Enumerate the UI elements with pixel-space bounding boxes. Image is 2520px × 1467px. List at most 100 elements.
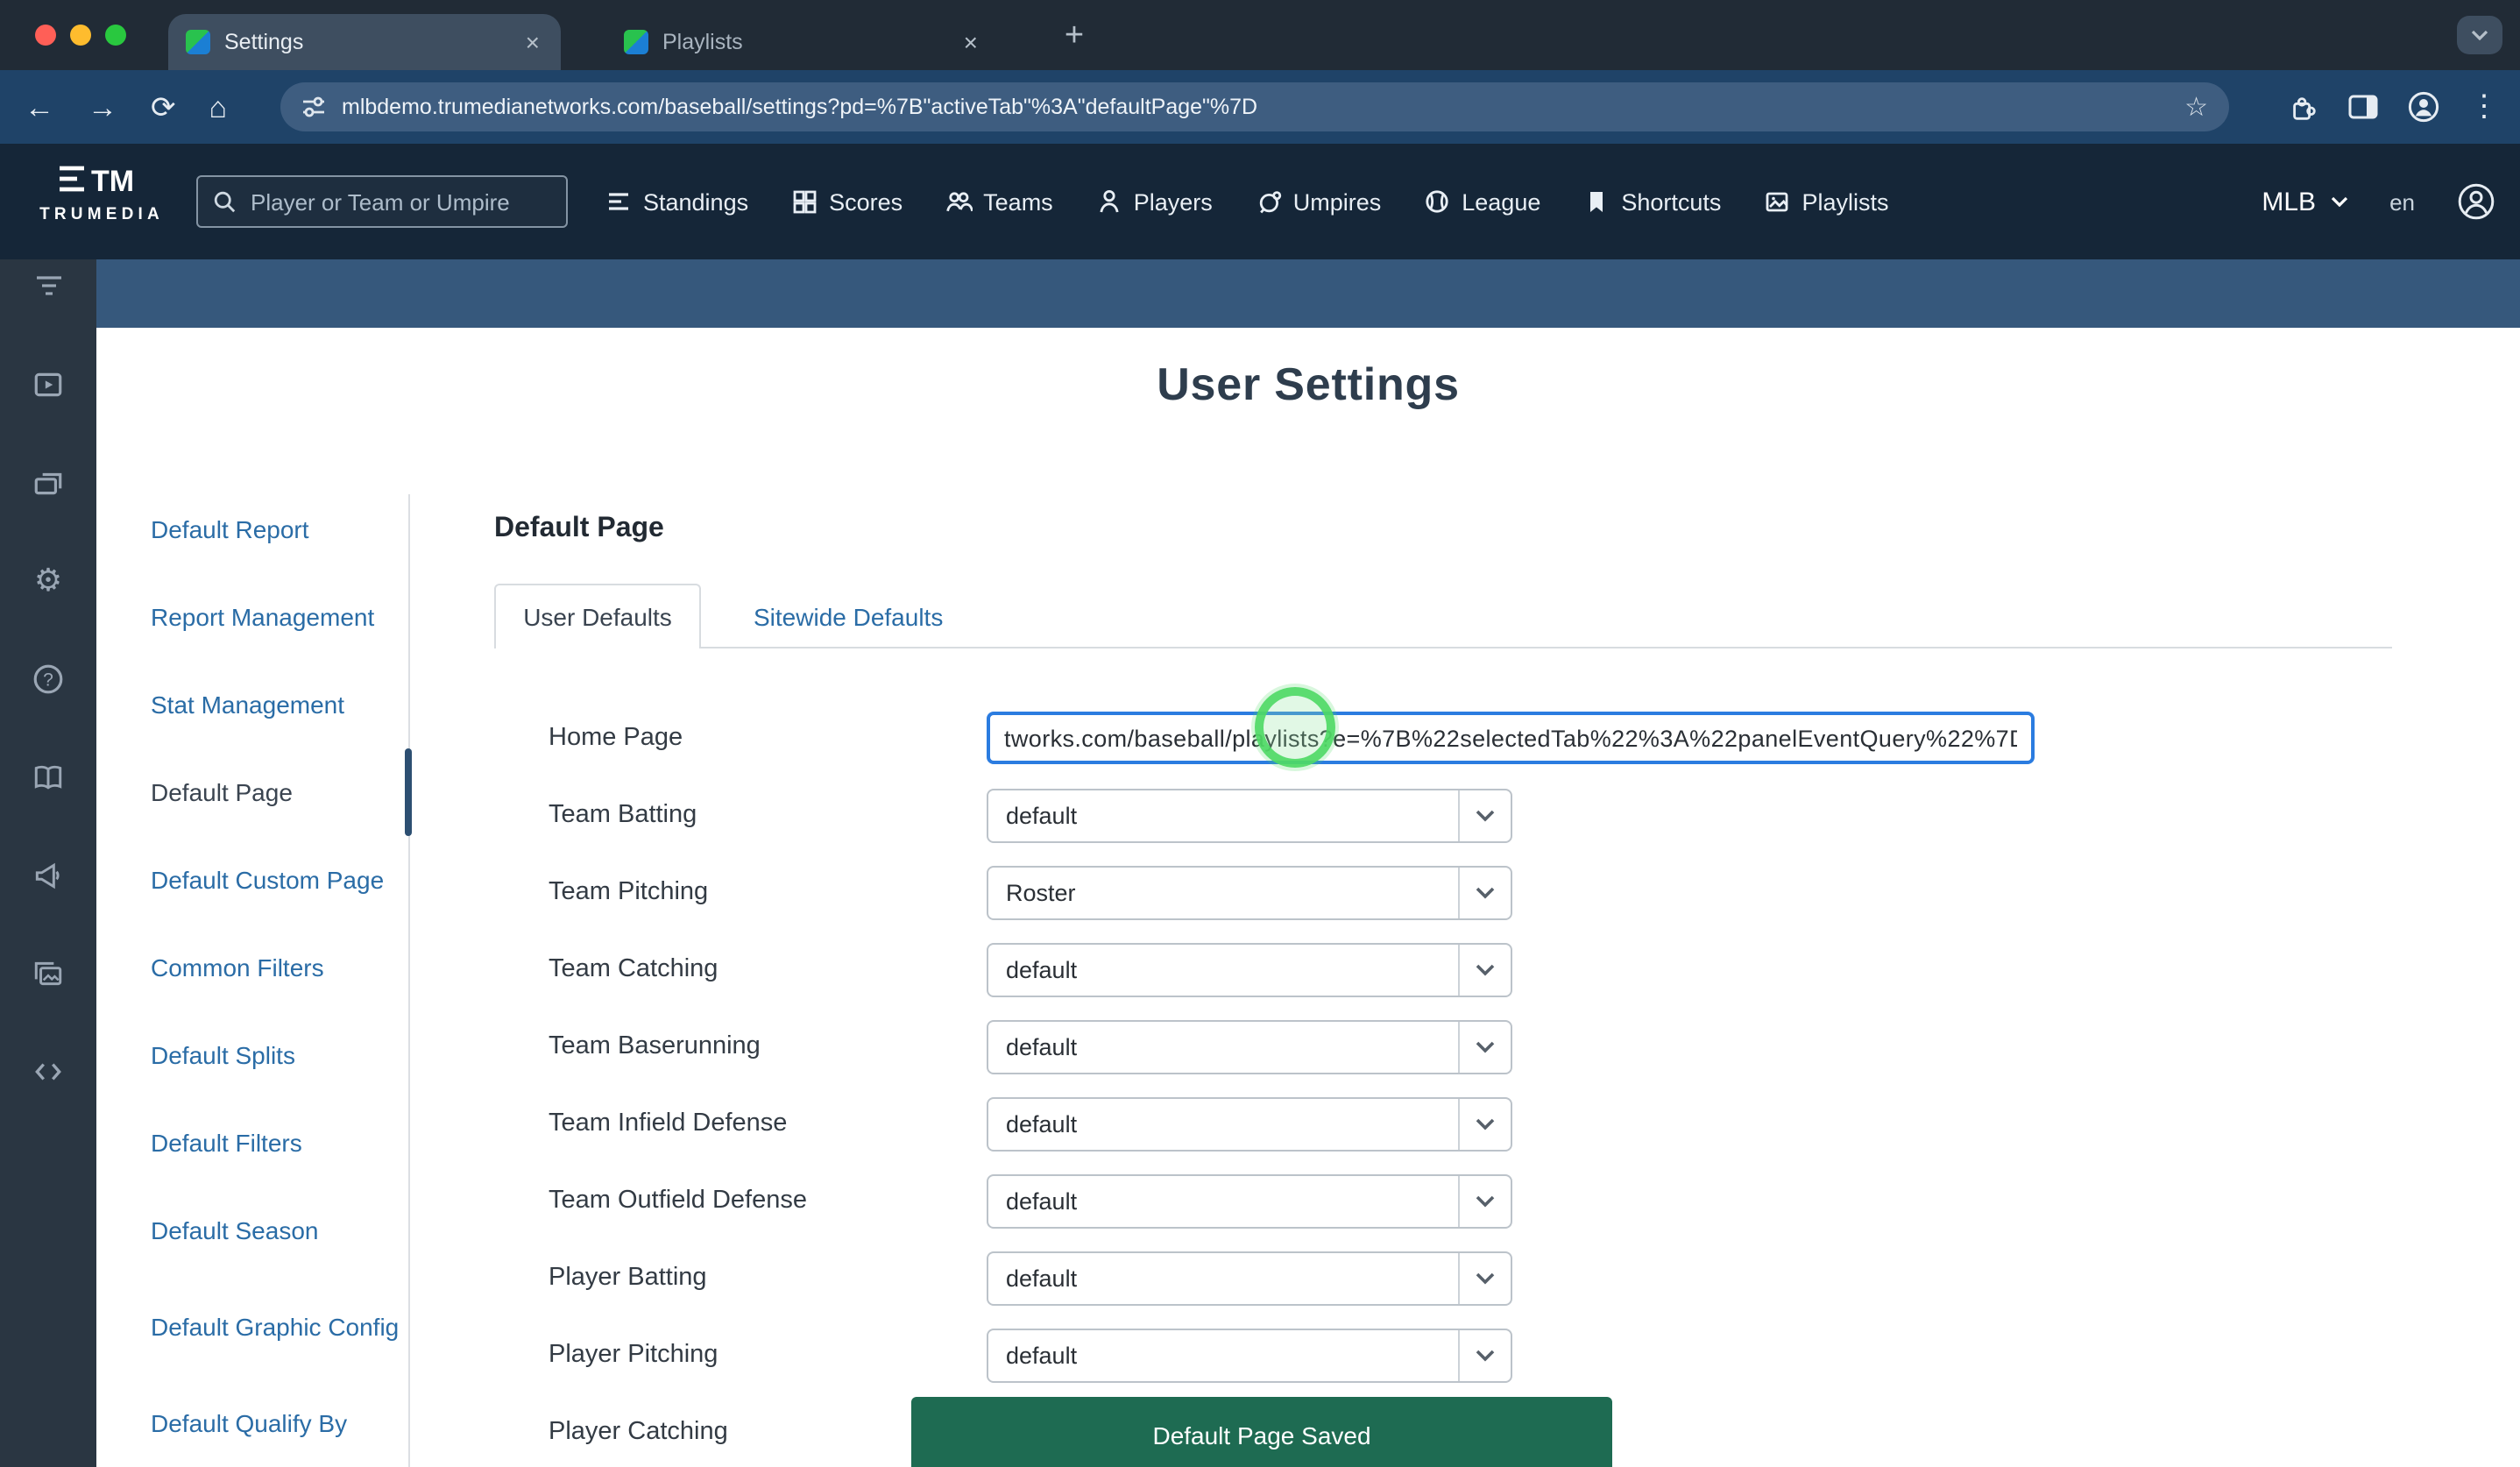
home-page-input[interactable] — [987, 712, 2035, 764]
menu-item-default-filters[interactable]: Default Filters — [151, 1099, 417, 1187]
menu-item-default-qualify-by[interactable]: Default Qualify By — [151, 1379, 417, 1467]
form-row-player-pitching: Player Pitching default — [494, 1316, 2071, 1393]
scores-icon — [790, 188, 818, 216]
gear-icon[interactable]: ⚙ — [31, 563, 66, 598]
nav-umpires[interactable]: Umpires — [1255, 188, 1382, 216]
menu-item-report-management[interactable]: Report Management — [151, 573, 417, 661]
team-batting-select[interactable]: default — [987, 788, 1512, 842]
team-pitching-select[interactable]: Roster — [987, 865, 1512, 919]
new-tab-button[interactable]: + — [1051, 14, 1097, 60]
macos-zoom-button[interactable] — [105, 25, 126, 46]
tab-title: Playlists — [662, 30, 960, 54]
team-catching-select[interactable]: default — [987, 942, 1512, 996]
nav-standings[interactable]: Standings — [605, 188, 748, 216]
nav-playlists[interactable]: Playlists — [1763, 188, 1888, 216]
forward-icon[interactable]: → — [88, 92, 117, 122]
select-value: default — [988, 1187, 1458, 1214]
global-search[interactable] — [196, 175, 568, 228]
active-menu-indicator — [405, 748, 412, 836]
nav-shortcuts[interactable]: Shortcuts — [1582, 188, 1721, 216]
chevron-down-icon — [1458, 1329, 1511, 1380]
team-baserunning-select[interactable]: default — [987, 1019, 1512, 1074]
nav-label: Shortcuts — [1621, 188, 1721, 215]
nav-label: League — [1462, 188, 1540, 215]
nav-league[interactable]: League — [1423, 188, 1540, 216]
macos-close-button[interactable] — [35, 25, 56, 46]
close-tab-icon[interactable]: × — [960, 28, 981, 56]
chevron-down-icon — [1458, 944, 1511, 995]
nav-label: Standings — [643, 188, 748, 215]
playlists-icon — [1763, 188, 1791, 216]
browser-menu-icon[interactable]: ⋮ — [2469, 89, 2499, 124]
click-indicator — [1255, 687, 1335, 768]
browser-toolbar: ← → ⟳ ⌂ mlbdemo.trumedianetworks.com/bas… — [0, 70, 2520, 144]
help-icon[interactable]: ? — [31, 661, 66, 696]
filter-icon[interactable] — [31, 268, 66, 303]
player-batting-select[interactable]: default — [987, 1251, 1512, 1305]
tab-search-button[interactable] — [2457, 16, 2502, 54]
trumedia-mark-icon: TM — [56, 159, 147, 202]
trumedia-logo[interactable]: TM TRUMEDIA — [18, 159, 186, 224]
favicon — [624, 30, 648, 54]
profile-avatar-icon[interactable] — [2408, 91, 2439, 123]
nav-players[interactable]: Players — [1095, 188, 1213, 216]
url-text: mlbdemo.trumedianetworks.com/baseball/se… — [342, 95, 2169, 119]
menu-item-default-splits[interactable]: Default Splits — [151, 1011, 417, 1099]
field-label: Team Baserunning — [549, 1031, 987, 1062]
book-icon[interactable] — [31, 759, 66, 794]
address-bar[interactable]: mlbdemo.trumedianetworks.com/baseball/se… — [280, 82, 2229, 131]
reload-icon[interactable]: ⟳ — [151, 92, 176, 122]
left-icon-rail: ⚙ ? — [0, 259, 96, 1467]
settings-menu: Default Report Report Management Stat Ma… — [151, 485, 417, 1467]
players-icon — [1095, 188, 1123, 216]
field-label: Team Infield Defense — [549, 1108, 987, 1139]
cards-stack-icon[interactable] — [31, 464, 66, 500]
menu-item-default-season[interactable]: Default Season — [151, 1187, 417, 1274]
language-selector[interactable]: en — [2389, 188, 2415, 215]
code-icon[interactable] — [31, 1053, 66, 1088]
menu-item-default-graphic-config[interactable]: Default Graphic Config — [151, 1274, 417, 1379]
menu-item-default-custom-page[interactable]: Default Custom Page — [151, 836, 417, 924]
bookmark-star-icon[interactable]: ☆ — [2184, 91, 2208, 123]
defaults-tabs: User Defaults Sitewide Defaults — [494, 584, 2392, 648]
menu-item-default-page[interactable]: Default Page — [151, 748, 417, 836]
account-icon[interactable] — [2457, 182, 2495, 221]
site-settings-icon[interactable] — [301, 95, 326, 119]
nav-scores[interactable]: Scores — [790, 188, 903, 216]
tab-sitewide-defaults[interactable]: Sitewide Defaults — [733, 584, 964, 648]
menu-item-stat-management[interactable]: Stat Management — [151, 661, 417, 748]
media-gallery-icon[interactable] — [31, 955, 66, 990]
team-outfield-defense-select[interactable]: default — [987, 1173, 1512, 1228]
nav-teams[interactable]: Teams — [945, 188, 1053, 216]
umpires-icon — [1255, 188, 1283, 216]
chevron-down-icon — [1458, 1098, 1511, 1149]
defaults-form: Home Page Team Batting default Team Pitc… — [494, 699, 2071, 1467]
extensions-icon[interactable] — [2289, 92, 2318, 122]
chevron-down-icon — [1458, 1175, 1511, 1226]
main-nav: Standings Scores Teams — [605, 144, 1888, 259]
megaphone-icon[interactable] — [31, 857, 66, 892]
back-icon[interactable]: ← — [25, 92, 54, 122]
player-pitching-select[interactable]: default — [987, 1328, 1512, 1382]
menu-item-default-report[interactable]: Default Report — [151, 485, 417, 573]
field-label: Team Catching — [549, 953, 987, 985]
menu-item-common-filters[interactable]: Common Filters — [151, 924, 417, 1011]
tab-settings[interactable]: Settings × — [168, 14, 561, 70]
close-tab-icon[interactable]: × — [522, 28, 543, 56]
home-icon[interactable]: ⌂ — [209, 92, 228, 122]
video-library-icon[interactable] — [31, 366, 66, 401]
form-row-team-infield-defense: Team Infield Defense default — [494, 1085, 2071, 1162]
league-selector[interactable]: MLB — [2262, 187, 2347, 216]
select-value: default — [988, 1033, 1458, 1060]
tab-user-defaults[interactable]: User Defaults — [494, 584, 701, 648]
side-panel-icon[interactable] — [2348, 95, 2378, 119]
macos-minimize-button[interactable] — [70, 25, 91, 46]
select-value: default — [988, 1110, 1458, 1137]
tab-playlists[interactable]: Playlists × — [606, 14, 999, 70]
team-infield-defense-select[interactable]: default — [987, 1096, 1512, 1151]
default-page-panel: Default Page User Defaults Sitewide Defa… — [494, 328, 2485, 1467]
select-value: Roster — [988, 879, 1458, 905]
form-row-team-catching: Team Catching default — [494, 931, 2071, 1008]
search-input[interactable] — [247, 187, 552, 216]
chevron-down-icon — [1458, 1252, 1511, 1303]
